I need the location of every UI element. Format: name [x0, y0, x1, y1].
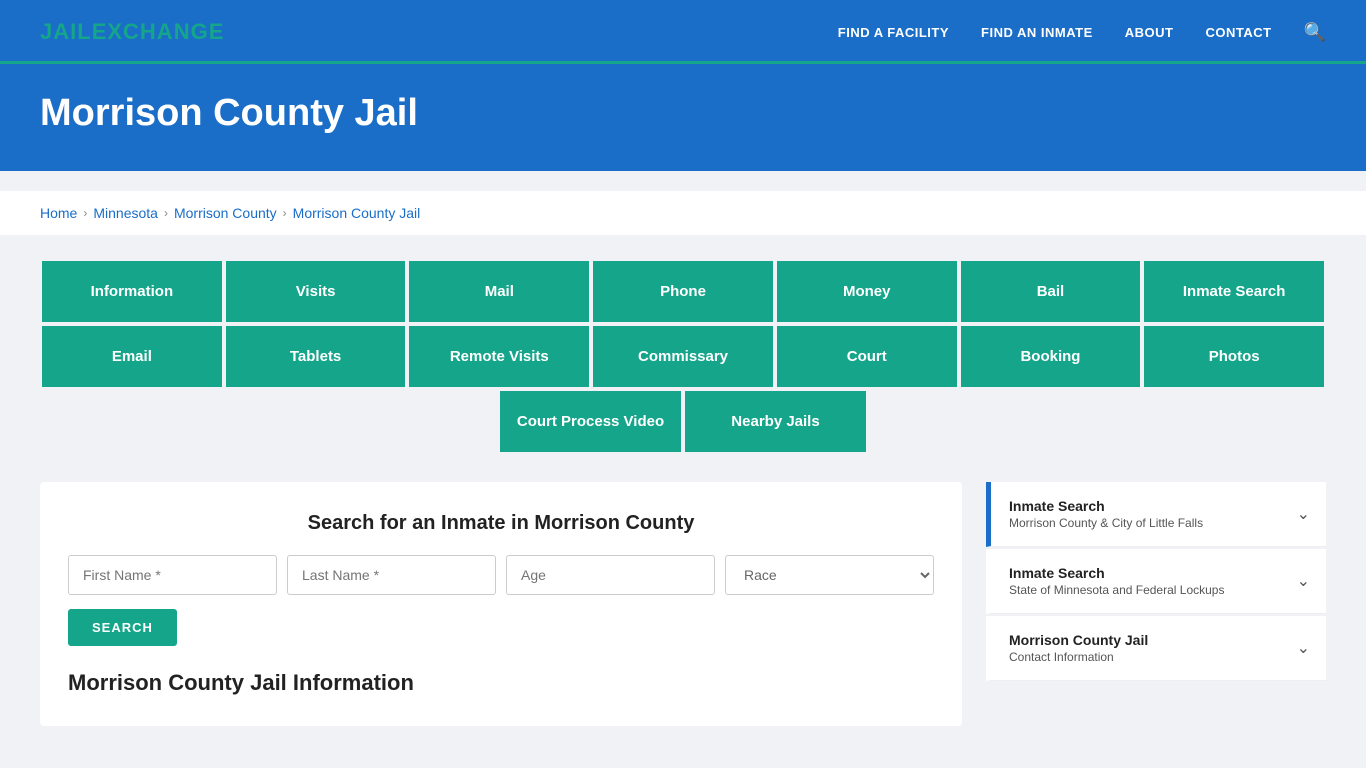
- btn-row-2: Email Tablets Remote Visits Commissary C…: [40, 324, 1326, 389]
- sidebar-item-text-3: Morrison County Jail Contact Information: [1009, 632, 1148, 664]
- search-fields: Race White Black Hispanic Asian Other: [68, 555, 934, 595]
- remote-visits-btn[interactable]: Remote Visits: [407, 324, 591, 389]
- logo-exchange: EXCHANGE: [92, 19, 225, 44]
- btn-row-3: Court Process Video Nearby Jails: [40, 389, 1326, 454]
- search-icon[interactable]: 🔍: [1304, 22, 1326, 43]
- court-process-video-btn[interactable]: Court Process Video: [498, 389, 683, 454]
- age-input[interactable]: [506, 555, 715, 595]
- info-btn[interactable]: Information: [40, 259, 224, 324]
- sidebar-item-subtitle-1: Morrison County & City of Little Falls: [1009, 516, 1203, 530]
- logo[interactable]: JAILEXCHANGE: [40, 19, 224, 45]
- visits-btn[interactable]: Visits: [224, 259, 408, 324]
- breadcrumb-minnesota[interactable]: Minnesota: [93, 205, 158, 221]
- nav-about[interactable]: ABOUT: [1125, 25, 1174, 40]
- sidebar-item-title-1: Inmate Search: [1009, 498, 1203, 514]
- content-layout: Search for an Inmate in Morrison County …: [40, 482, 1326, 726]
- breadcrumb-morrison-county[interactable]: Morrison County: [174, 205, 277, 221]
- bail-btn[interactable]: Bail: [959, 259, 1143, 324]
- breadcrumb-morrison-county-jail[interactable]: Morrison County Jail: [293, 205, 421, 221]
- nav-find-facility[interactable]: FIND A FACILITY: [838, 25, 949, 40]
- nearby-jails-btn[interactable]: Nearby Jails: [683, 389, 868, 454]
- category-buttons: Information Visits Mail Phone Money Bail…: [40, 259, 1326, 454]
- logo-jail: JAIL: [40, 19, 92, 44]
- sidebar-item-inmate-search-1[interactable]: Inmate Search Morrison County & City of …: [986, 482, 1326, 547]
- commissary-btn[interactable]: Commissary: [591, 324, 775, 389]
- breadcrumb: Home › Minnesota › Morrison County › Mor…: [0, 191, 1366, 235]
- page-title: Morrison County Jail: [40, 92, 1326, 135]
- main-nav: FIND A FACILITY FIND AN INMATE ABOUT CON…: [838, 22, 1326, 43]
- section-heading: Morrison County Jail Information: [68, 670, 934, 696]
- sep-1: ›: [83, 206, 87, 220]
- main-wrapper: Home › Minnesota › Morrison County › Mor…: [0, 171, 1366, 766]
- breadcrumb-home[interactable]: Home: [40, 205, 77, 221]
- sidebar-item-contact-info[interactable]: Morrison County Jail Contact Information…: [986, 616, 1326, 681]
- booking-btn[interactable]: Booking: [959, 324, 1143, 389]
- chevron-down-icon-1: ⌄: [1297, 504, 1310, 524]
- sidebar-item-text-2: Inmate Search State of Minnesota and Fed…: [1009, 565, 1224, 597]
- sidebar-item-subtitle-3: Contact Information: [1009, 650, 1148, 664]
- race-select[interactable]: Race White Black Hispanic Asian Other: [725, 555, 934, 595]
- left-panel: Search for an Inmate in Morrison County …: [40, 482, 962, 726]
- sep-3: ›: [283, 206, 287, 220]
- tablets-btn[interactable]: Tablets: [224, 324, 408, 389]
- right-panel: Inmate Search Morrison County & City of …: [986, 482, 1326, 683]
- sidebar-item-title-2: Inmate Search: [1009, 565, 1224, 581]
- sep-2: ›: [164, 206, 168, 220]
- hero-banner: Morrison County Jail: [0, 64, 1366, 171]
- first-name-input[interactable]: [68, 555, 277, 595]
- mail-btn[interactable]: Mail: [407, 259, 591, 324]
- court-btn[interactable]: Court: [775, 324, 959, 389]
- sidebar-item-inmate-search-2[interactable]: Inmate Search State of Minnesota and Fed…: [986, 549, 1326, 614]
- money-btn[interactable]: Money: [775, 259, 959, 324]
- phone-btn[interactable]: Phone: [591, 259, 775, 324]
- sidebar-item-subtitle-2: State of Minnesota and Federal Lockups: [1009, 583, 1224, 597]
- email-btn[interactable]: Email: [40, 324, 224, 389]
- last-name-input[interactable]: [287, 555, 496, 595]
- search-title: Search for an Inmate in Morrison County: [68, 512, 934, 535]
- header: JAILEXCHANGE FIND A FACILITY FIND AN INM…: [0, 0, 1366, 64]
- search-button[interactable]: SEARCH: [68, 609, 177, 646]
- nav-find-inmate[interactable]: FIND AN INMATE: [981, 25, 1093, 40]
- chevron-down-icon-3: ⌄: [1297, 638, 1310, 658]
- nav-contact[interactable]: CONTACT: [1205, 25, 1271, 40]
- inmate-search-btn[interactable]: Inmate Search: [1142, 259, 1326, 324]
- photos-btn[interactable]: Photos: [1142, 324, 1326, 389]
- chevron-down-icon-2: ⌄: [1297, 571, 1310, 591]
- sidebar-item-text-1: Inmate Search Morrison County & City of …: [1009, 498, 1203, 530]
- sidebar-item-title-3: Morrison County Jail: [1009, 632, 1148, 648]
- btn-row-1: Information Visits Mail Phone Money Bail…: [40, 259, 1326, 324]
